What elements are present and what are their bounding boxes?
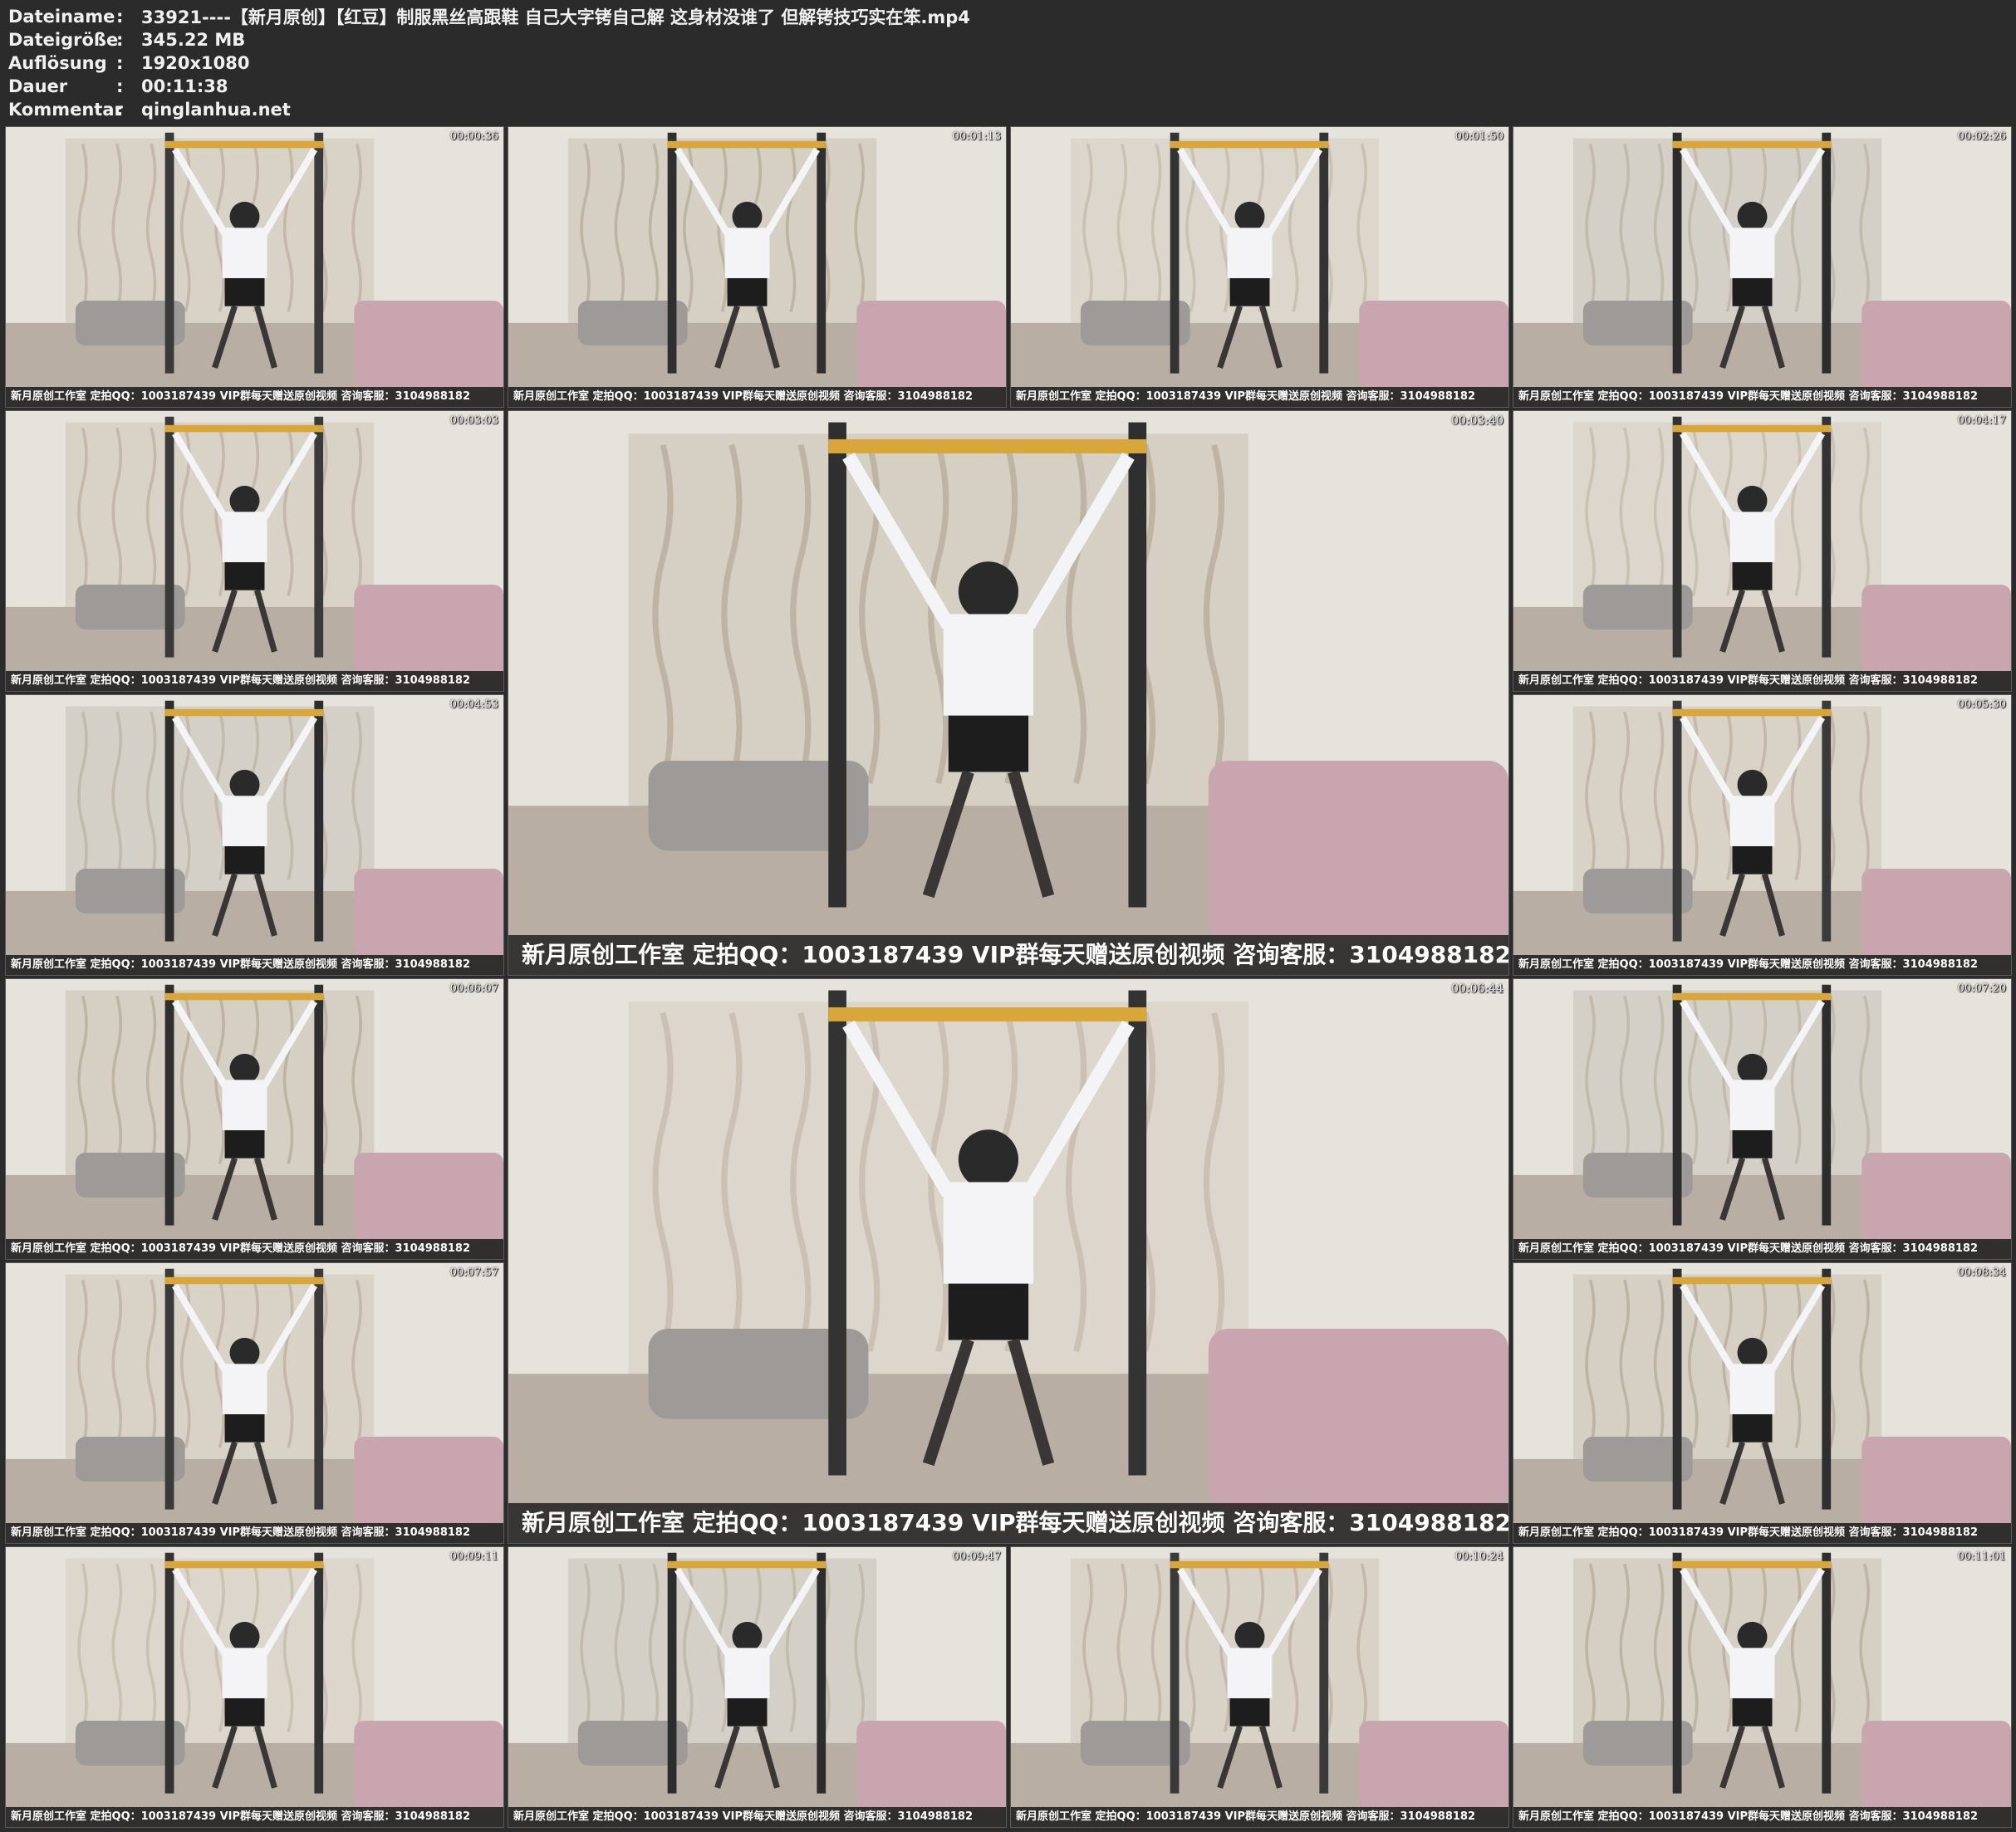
thumbnail-watermark: 新月原创工作室 定拍QQ：1003187439 VIP群每天赠送原创视频 咨询客… xyxy=(6,1523,503,1543)
video-thumbnail[interactable]: 00:08:34 新月原创工作室 定拍QQ：1003187439 VIP群每天赠送… xyxy=(1513,1262,2012,1544)
scene-illustration xyxy=(6,127,503,407)
video-thumbnail[interactable]: 00:01:50 新月原创工作室 定拍QQ：1003187439 VIP群每天赠送… xyxy=(1010,126,1509,408)
thumbnail-timestamp: 00:09:47 xyxy=(952,1550,1001,1563)
thumbnail-timestamp: 00:10:24 xyxy=(1454,1550,1503,1563)
thumbnail-watermark: 新月原创工作室 定拍QQ：1003187439 VIP群每天赠送原创视频 咨询客… xyxy=(508,1503,1508,1543)
video-thumbnail[interactable]: 00:06:44 新月原创工作室 定拍QQ：1003187439 VIP群每天赠送… xyxy=(508,978,1509,1544)
thumbnail-watermark: 新月原创工作室 定拍QQ：1003187439 VIP群每天赠送原创视频 咨询客… xyxy=(1513,671,2011,691)
video-thumbnail[interactable]: 00:09:47 新月原创工作室 定拍QQ：1003187439 VIP群每天赠送… xyxy=(508,1546,1007,1828)
thumbnail-grid: 00:00:36 新月原创工作室 定拍QQ：1003187439 VIP群每天赠送… xyxy=(0,0,2016,1832)
scene-illustration xyxy=(1513,695,2011,975)
scene-illustration xyxy=(6,979,503,1259)
scene-illustration xyxy=(6,1547,503,1827)
thumbnail-timestamp: 00:03:03 xyxy=(449,414,498,427)
scene-illustration xyxy=(508,411,1508,975)
video-thumbnail[interactable]: 00:07:57 新月原创工作室 定拍QQ：1003187439 VIP群每天赠送… xyxy=(5,1262,504,1544)
video-thumbnail[interactable]: 00:11:01 新月原创工作室 定拍QQ：1003187439 VIP群每天赠送… xyxy=(1513,1546,2012,1828)
thumbnail-timestamp: 00:07:20 xyxy=(1957,982,2006,995)
thumbnail-watermark: 新月原创工作室 定拍QQ：1003187439 VIP群每天赠送原创视频 咨询客… xyxy=(1513,1239,2011,1259)
scene-illustration xyxy=(1011,1547,1508,1827)
thumbnail-timestamp: 00:06:44 xyxy=(1451,982,1503,996)
thumbnail-timestamp: 00:07:57 xyxy=(449,1266,498,1279)
video-thumbnail[interactable]: 00:03:03 新月原创工作室 定拍QQ：1003187439 VIP群每天赠送… xyxy=(5,410,504,692)
video-thumbnail[interactable]: 00:07:20 新月原创工作室 定拍QQ：1003187439 VIP群每天赠送… xyxy=(1513,978,2012,1260)
thumbnail-watermark: 新月原创工作室 定拍QQ：1003187439 VIP群每天赠送原创视频 咨询客… xyxy=(508,935,1508,975)
thumbnail-timestamp: 00:02:26 xyxy=(1957,130,2006,143)
thumbnail-watermark: 新月原创工作室 定拍QQ：1003187439 VIP群每天赠送原创视频 咨询客… xyxy=(1011,1807,1508,1827)
thumbnail-timestamp: 00:11:01 xyxy=(1957,1550,2006,1563)
thumbnail-timestamp: 00:01:13 xyxy=(952,130,1001,143)
thumbnail-watermark: 新月原创工作室 定拍QQ：1003187439 VIP群每天赠送原创视频 咨询客… xyxy=(1513,955,2011,975)
scene-illustration xyxy=(508,127,1006,407)
thumbnail-timestamp: 00:09:11 xyxy=(449,1550,498,1563)
video-thumbnail[interactable]: 00:04:53 新月原创工作室 定拍QQ：1003187439 VIP群每天赠送… xyxy=(5,694,504,976)
scene-illustration xyxy=(1513,979,2011,1259)
thumbnail-timestamp: 00:04:17 xyxy=(1957,414,2006,427)
scene-illustration xyxy=(6,695,503,975)
thumbnail-timestamp: 00:00:36 xyxy=(449,130,498,143)
thumbnail-watermark: 新月原创工作室 定拍QQ：1003187439 VIP群每天赠送原创视频 咨询客… xyxy=(1011,387,1508,407)
scene-illustration xyxy=(508,1547,1006,1827)
thumbnail-timestamp: 00:05:30 xyxy=(1957,698,2006,711)
scene-illustration xyxy=(6,1263,503,1543)
scene-illustration xyxy=(1513,127,2011,407)
video-thumbnail[interactable]: 00:01:13 新月原创工作室 定拍QQ：1003187439 VIP群每天赠送… xyxy=(508,126,1007,408)
thumbnail-watermark: 新月原创工作室 定拍QQ：1003187439 VIP群每天赠送原创视频 咨询客… xyxy=(6,671,503,691)
thumbnail-timestamp: 00:03:40 xyxy=(1451,414,1503,428)
thumbnail-watermark: 新月原创工作室 定拍QQ：1003187439 VIP群每天赠送原创视频 咨询客… xyxy=(508,387,1006,407)
video-thumbnail[interactable]: 00:10:24 新月原创工作室 定拍QQ：1003187439 VIP群每天赠送… xyxy=(1010,1546,1509,1828)
thumbnail-timestamp: 00:06:07 xyxy=(449,982,498,995)
video-thumbnail[interactable]: 00:02:26 新月原创工作室 定拍QQ：1003187439 VIP群每天赠送… xyxy=(1513,126,2012,408)
video-thumbnail[interactable]: 00:00:36 新月原创工作室 定拍QQ：1003187439 VIP群每天赠送… xyxy=(5,126,504,408)
scene-illustration xyxy=(6,411,503,691)
scene-illustration xyxy=(1513,411,2011,691)
scene-illustration xyxy=(1513,1263,2011,1543)
scene-illustration xyxy=(508,979,1508,1543)
thumbnail-watermark: 新月原创工作室 定拍QQ：1003187439 VIP群每天赠送原创视频 咨询客… xyxy=(1513,1807,2011,1827)
video-thumbnail[interactable]: 00:09:11 新月原创工作室 定拍QQ：1003187439 VIP群每天赠送… xyxy=(5,1546,504,1828)
thumbnail-timestamp: 00:01:50 xyxy=(1454,130,1503,143)
thumbnail-watermark: 新月原创工作室 定拍QQ：1003187439 VIP群每天赠送原创视频 咨询客… xyxy=(6,955,503,975)
thumbnail-watermark: 新月原创工作室 定拍QQ：1003187439 VIP群每天赠送原创视频 咨询客… xyxy=(6,387,503,407)
video-thumbnail[interactable]: 00:06:07 新月原创工作室 定拍QQ：1003187439 VIP群每天赠送… xyxy=(5,978,504,1260)
thumbnail-timestamp: 00:04:53 xyxy=(449,698,498,711)
thumbnail-watermark: 新月原创工作室 定拍QQ：1003187439 VIP群每天赠送原创视频 咨询客… xyxy=(6,1807,503,1827)
video-thumbnail[interactable]: 00:03:40 新月原创工作室 定拍QQ：1003187439 VIP群每天赠送… xyxy=(508,410,1509,976)
video-thumbnail[interactable]: 00:05:30 新月原创工作室 定拍QQ：1003187439 VIP群每天赠送… xyxy=(1513,694,2012,976)
thumbnail-watermark: 新月原创工作室 定拍QQ：1003187439 VIP群每天赠送原创视频 咨询客… xyxy=(508,1807,1006,1827)
video-thumbnail[interactable]: 00:04:17 新月原创工作室 定拍QQ：1003187439 VIP群每天赠送… xyxy=(1513,410,2012,692)
thumbnail-watermark: 新月原创工作室 定拍QQ：1003187439 VIP群每天赠送原创视频 咨询客… xyxy=(1513,1523,2011,1543)
thumbnail-watermark: 新月原创工作室 定拍QQ：1003187439 VIP群每天赠送原创视频 咨询客… xyxy=(6,1239,503,1259)
scene-illustration xyxy=(1011,127,1508,407)
scene-illustration xyxy=(1513,1547,2011,1827)
thumbnail-watermark: 新月原创工作室 定拍QQ：1003187439 VIP群每天赠送原创视频 咨询客… xyxy=(1513,387,2011,407)
thumbnail-timestamp: 00:08:34 xyxy=(1957,1266,2006,1279)
